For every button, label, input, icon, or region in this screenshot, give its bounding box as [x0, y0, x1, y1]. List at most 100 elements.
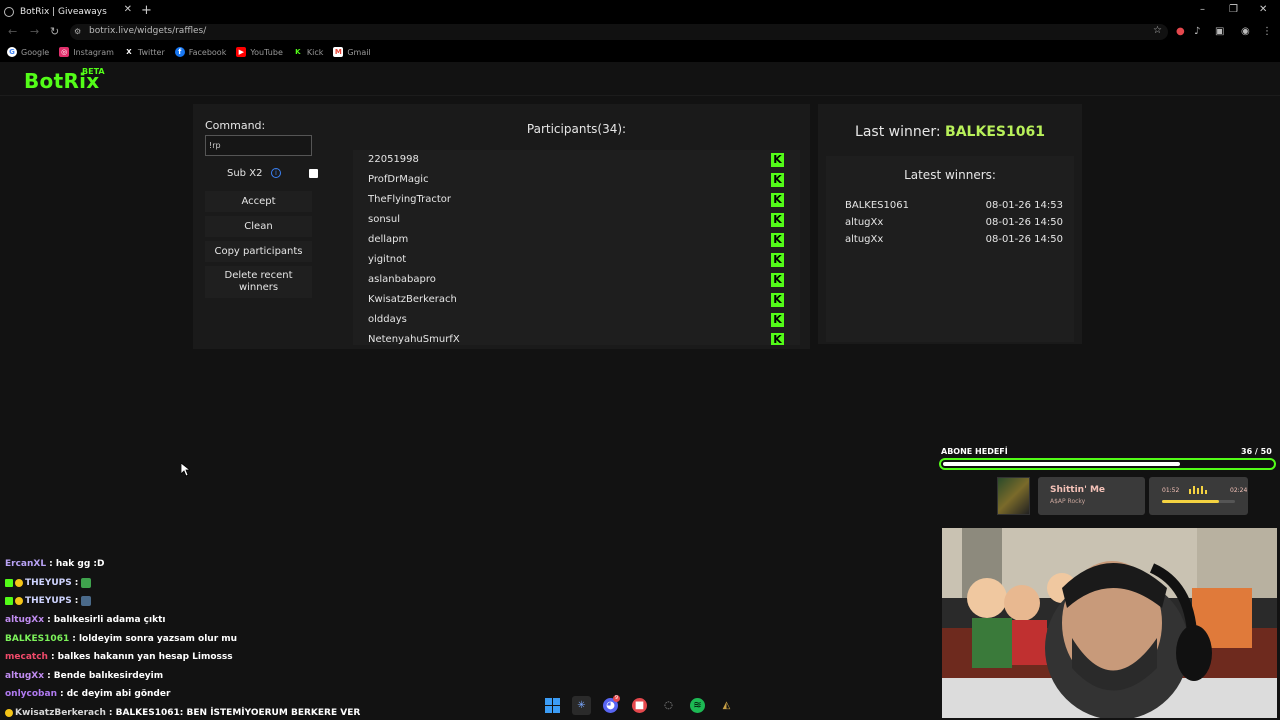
bookmark-facebook[interactable]: f Facebook [174, 47, 226, 57]
extensions-puzzle-icon[interactable]: ▣ [1215, 26, 1224, 37]
snowflake-app-icon[interactable]: ✳ [572, 695, 591, 715]
reload-icon[interactable]: ↻ [50, 25, 59, 38]
kick-badge-icon [5, 597, 13, 606]
last-winner-label: Last winner: [855, 124, 941, 140]
url-text[interactable]: botrix.live/widgets/raffles/ [89, 26, 206, 36]
copy-participants-button[interactable]: Copy participants [205, 241, 312, 262]
menu-icon[interactable]: ⋮ [1262, 26, 1272, 37]
site-info-icon[interactable]: ⚙ [74, 27, 81, 36]
winner-name: BALKES1061 [845, 200, 909, 211]
extension-icon[interactable]: ● [1176, 26, 1185, 37]
chat-message: BALKES1061: loldeyim sonra yazsam olur m… [5, 629, 425, 648]
now-playing-card: Shittin' Me A$AP Rocky [1038, 477, 1145, 515]
participant-name: yigitnot [368, 254, 407, 265]
winner-row: altugXx 08-01-26 14:50 [845, 234, 1063, 248]
obs-icon[interactable]: ◌ [659, 696, 678, 715]
bookmark-gmail[interactable]: M Gmail [333, 47, 371, 57]
playback-card: 01:52 02:24 [1149, 477, 1248, 515]
beta-badge: BETA [82, 67, 105, 76]
bookmark-youtube[interactable]: ▶ YouTube [236, 47, 283, 57]
chat-username: mecatch [5, 652, 48, 663]
chat-separator: : [49, 559, 56, 570]
bookmark-google[interactable]: G Google [7, 47, 49, 57]
x-icon: X [123, 47, 134, 57]
close-window-button[interactable]: ✕ [1259, 4, 1267, 15]
league-icon[interactable]: ◭ [717, 696, 736, 715]
chat-text: BALKES1061: BEN İSTEMİYOERUM BERKERE VER [115, 708, 361, 719]
volume-icon[interactable]: ♪ [1194, 26, 1200, 37]
last-winner-name: BALKES1061 [945, 124, 1045, 140]
song-title: Shittin' Me [1050, 485, 1106, 495]
info-icon[interactable]: i [271, 168, 281, 178]
song-progress-bar [1162, 500, 1235, 503]
new-tab-button[interactable]: + [141, 3, 152, 18]
minimize-button[interactable]: – [1200, 4, 1205, 15]
chat-username: altugXx [5, 670, 45, 681]
chat-text: Bende balıkesirdeyim [53, 670, 164, 681]
winners-panel: Last winner: BALKES1061 Latest winners: … [818, 104, 1082, 344]
instagram-icon: ◎ [59, 47, 70, 57]
omnibox[interactable]: ⚙ botrix.live/widgets/raffles/ ☆ [70, 24, 1168, 40]
sub-badge-icon [15, 578, 23, 587]
album-art [997, 477, 1030, 515]
kick-icon: K [771, 193, 784, 207]
kick-icon: K [771, 313, 784, 327]
participant-row[interactable]: dellapm K [353, 230, 800, 250]
sub-x2-checkbox[interactable] [309, 169, 318, 178]
bookmark-instagram[interactable]: ◎ Instagram [59, 47, 114, 57]
participant-row[interactable]: TheFlyingTractor K [353, 190, 800, 210]
command-input[interactable] [205, 135, 312, 156]
chat-text: balkes hakanın yan hesap Limosss [57, 652, 233, 663]
emote-icon [81, 577, 92, 588]
forward-icon[interactable]: → [30, 25, 39, 38]
bookmark-star-icon[interactable]: ☆ [1153, 25, 1162, 36]
chat-username: KwisatzBerkerach [15, 708, 106, 719]
sub-goal-bar [939, 458, 1276, 470]
tab-close-icon[interactable]: ✕ [124, 4, 132, 15]
browser-tab[interactable]: BotRix | Giveaways ✕ [4, 3, 134, 20]
participant-row[interactable]: yigitnot K [353, 250, 800, 270]
participant-row[interactable]: sonsul K [353, 210, 800, 230]
chat-separator: : [108, 708, 116, 719]
kick-icon: K [771, 253, 784, 267]
spotify-icon[interactable]: ≋ [690, 697, 705, 713]
chat-text: loldeyim sonra yazsam olur mu [78, 633, 238, 644]
participants-list[interactable]: 22051998 K ProfDrMagic K TheFlyingTractor K… [353, 150, 800, 345]
chat-message: THEYUPS: [5, 574, 425, 593]
discord-notification-badge: 9 [613, 694, 620, 702]
participant-row[interactable]: 22051998 K [353, 150, 800, 170]
delete-recent-winners-button[interactable]: Delete recent winners [205, 266, 312, 298]
chat-text: dc deyim abi gönder [66, 689, 171, 700]
participant-row[interactable]: NetenyahuSmurfX K [353, 330, 800, 345]
participant-row[interactable]: olddays K [353, 310, 800, 330]
bookmark-kick[interactable]: K Kick [292, 47, 324, 57]
kick-badge-icon [5, 578, 13, 587]
participant-row[interactable]: ProfDrMagic K [353, 170, 800, 190]
chat-username: THEYUPS [25, 577, 72, 588]
participant-name: ProfDrMagic [368, 174, 429, 185]
bookmark-label: Kick [306, 47, 324, 57]
bookmark-twitter[interactable]: X Twitter [123, 47, 165, 57]
chat-separator: : [47, 615, 54, 626]
participant-row[interactable]: aslanbabapro K [353, 270, 800, 290]
accept-button[interactable]: Accept [205, 191, 312, 212]
kick-icon: K [771, 333, 784, 345]
browser-tab-bar: BotRix | Giveaways ✕ + – ❐ ✕ [0, 0, 1280, 22]
chat-username: BALKES1061 [5, 633, 70, 644]
participant-name: aslanbabapro [368, 274, 436, 285]
participant-row[interactable]: KwisatzBerkerach K [353, 290, 800, 310]
restore-button[interactable]: ❐ [1229, 4, 1238, 15]
red-app-icon[interactable]: ■ [632, 697, 647, 713]
back-icon[interactable]: ← [8, 25, 17, 38]
kick-icon: K [771, 273, 784, 287]
profile-icon[interactable]: ◉ [1241, 26, 1250, 37]
tab-title: BotRix | Giveaways [20, 6, 107, 17]
winner-name: altugXx [845, 217, 884, 228]
discord-icon[interactable]: ◕ 9 [603, 694, 620, 713]
chat-text: balıkesirli adama çıktı [53, 615, 166, 626]
latest-winners-title: Latest winners: [904, 168, 996, 182]
song-artist: A$AP Rocky [1050, 498, 1086, 505]
clean-button[interactable]: Clean [205, 216, 312, 237]
sub-badge-icon [15, 597, 23, 606]
windows-start-icon[interactable] [543, 696, 562, 715]
